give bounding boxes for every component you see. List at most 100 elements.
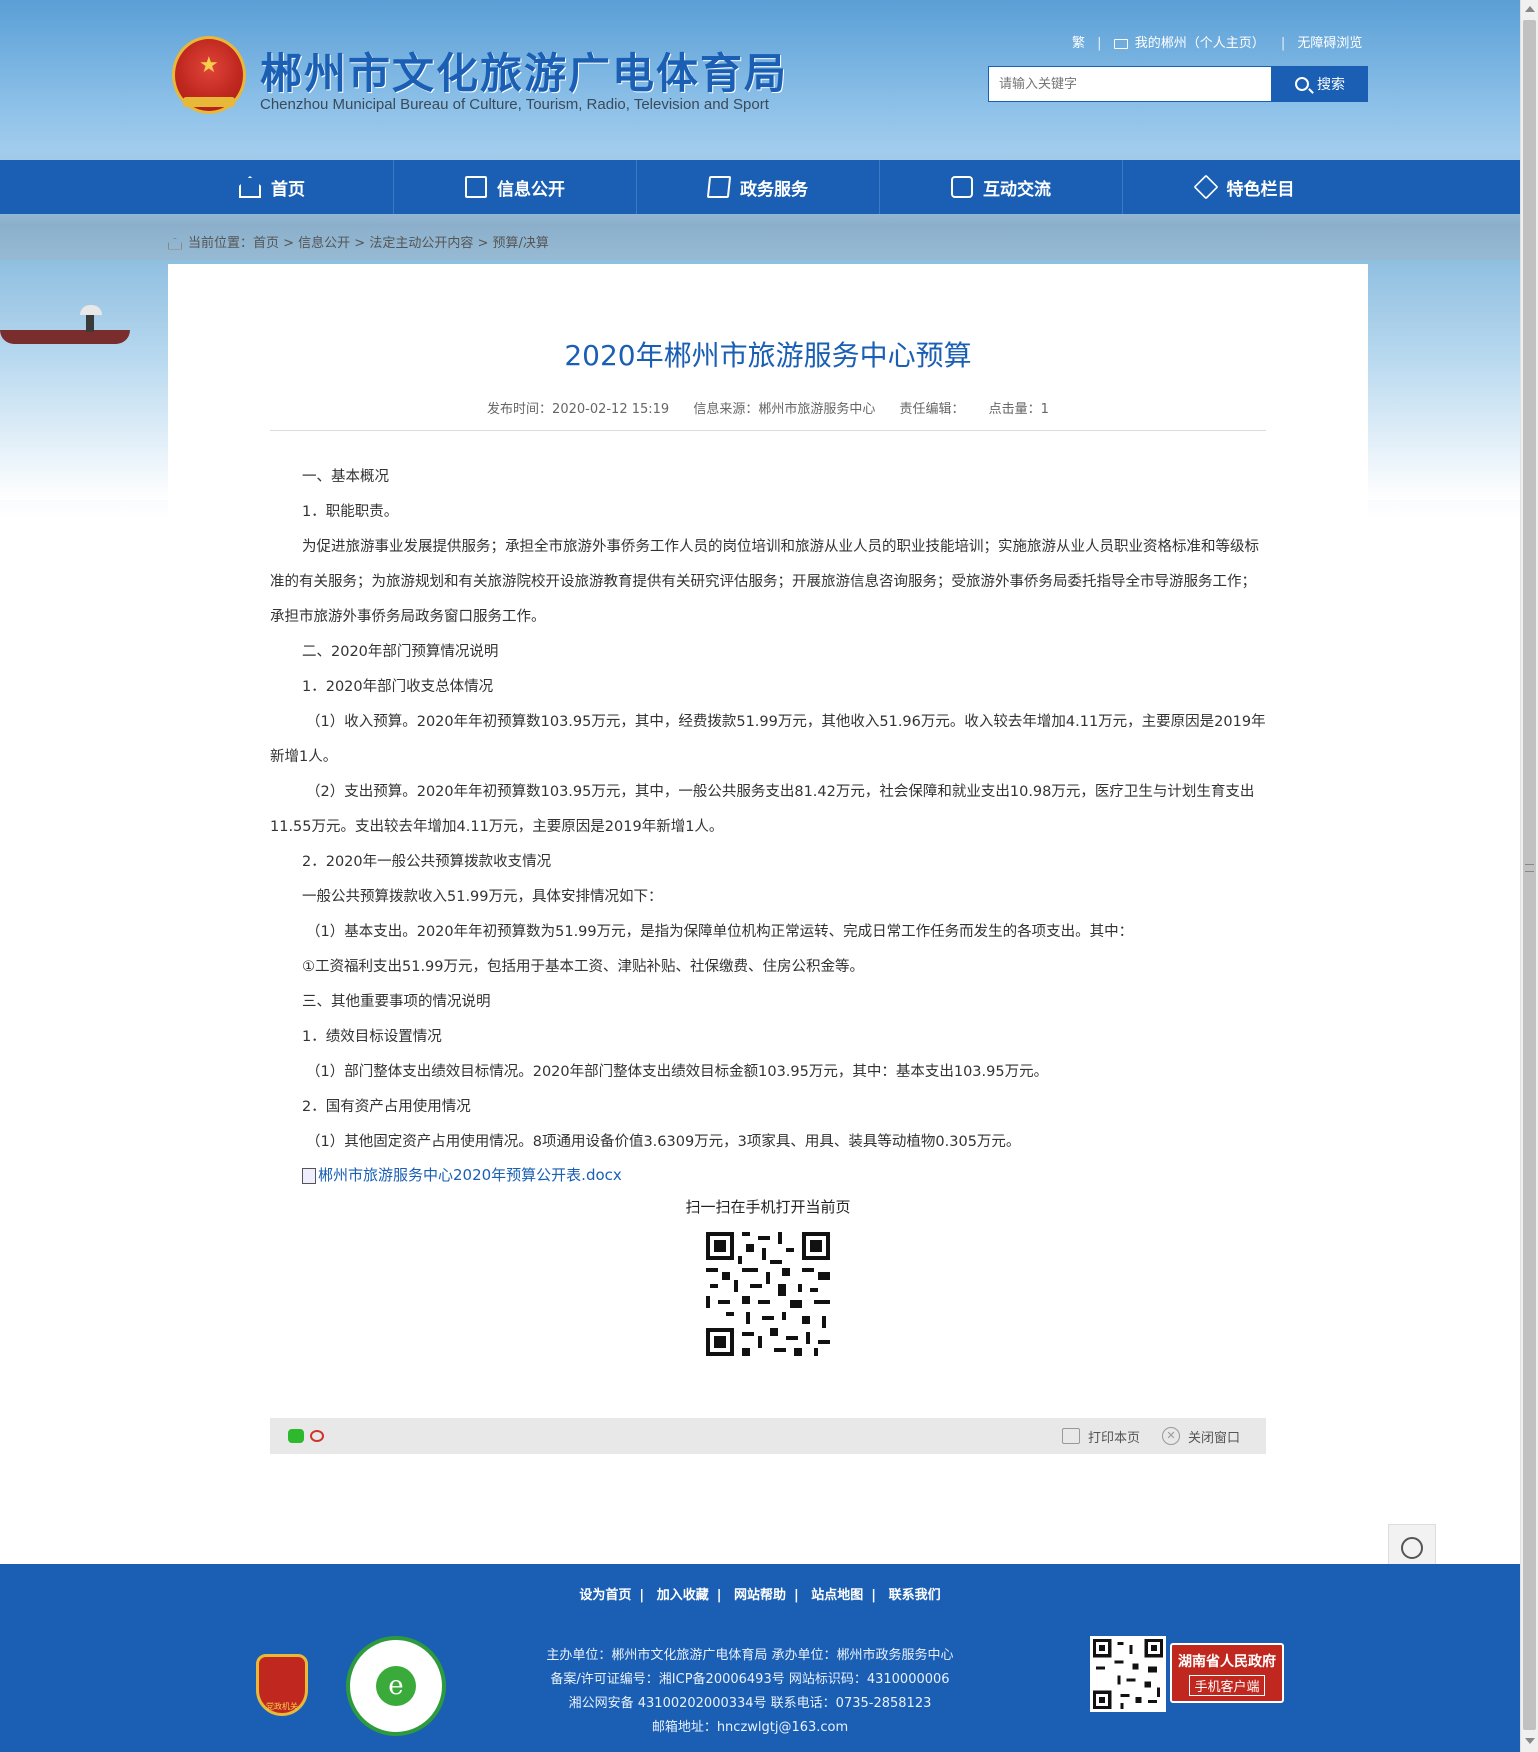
nav-item-interaction[interactable]: 互动交流: [880, 160, 1123, 214]
footer-icp[interactable]: 备案/许可证编号：湘ICP备20006493号 网站标识码：4310000006: [500, 1668, 1000, 1692]
paragraph: 为促进旅游事业发展提供服务；承担全市旅游外事侨务工作人员的岗位培训和旅游从业人员…: [270, 539, 1259, 625]
print-button[interactable]: 打印本页: [1062, 1418, 1140, 1454]
publish-time: 发布时间：2020-02-12 15:19: [487, 402, 670, 417]
paragraph: （2）支出预算。2020年年初预算数103.95万元，其中，一般公共服务支出81…: [270, 784, 1255, 835]
footer-sponsor: 主办单位：郴州市文化旅游广电体育局 承办单位：郴州市政务服务中心: [546, 1648, 954, 1663]
footer-link-sitemap[interactable]: 站点地图: [811, 1588, 863, 1603]
close-label: 关闭窗口: [1188, 1430, 1241, 1446]
search-icon: [1295, 77, 1309, 91]
scrollbar[interactable]: [1520, 0, 1538, 1752]
nav-item-gov-services[interactable]: 政务服务: [637, 160, 880, 214]
breadcrumb-path[interactable]: 首页 > 信息公开 > 法定主动公开内容 > 预算/决算: [253, 236, 549, 251]
nav-label: 政务服务: [740, 179, 808, 200]
search-input[interactable]: [989, 67, 1271, 101]
breadcrumb: 当前位置：首页 > 信息公开 > 法定主动公开内容 > 预算/决算: [168, 232, 549, 251]
paragraph: 1．职能职责。: [302, 504, 399, 520]
close-icon: ✕: [1162, 1427, 1180, 1445]
paragraph: 2．2020年一般公共预算拨款收支情况: [302, 854, 552, 870]
nav-label: 互动交流: [983, 179, 1051, 200]
national-emblem-logo[interactable]: ★: [172, 36, 246, 114]
printer-icon: [1062, 1428, 1080, 1444]
separator: |: [1280, 36, 1286, 51]
star-icon: ★: [199, 53, 219, 78]
nav-label: 首页: [271, 179, 305, 200]
weibo-share-icon[interactable]: [310, 1430, 324, 1442]
paragraph: 二、2020年部门预算情况说明: [302, 644, 499, 660]
docx-file-icon: [302, 1167, 316, 1184]
content-panel: 2020年郴州市旅游服务中心预算 发布时间：2020-02-12 15:19 信…: [168, 264, 1368, 1454]
main-nav: 首页 信息公开 政务服务 互动交流 特色栏目: [0, 160, 1520, 214]
edit-icon: [706, 176, 732, 198]
paragraph: （1）其他固定资产占用使用情况。8项通用设备价值3.6309万元，3项家具、用具…: [306, 1134, 1021, 1150]
nav-label: 特色栏目: [1226, 179, 1295, 200]
scroll-down-arrow-icon[interactable]: [1525, 1738, 1535, 1744]
site-title[interactable]: 郴州市文化旅游广电体育局: [260, 40, 788, 101]
article-meta: 发布时间：2020-02-12 15:19 信息来源：郴州市旅游服务中心 责任编…: [168, 398, 1368, 417]
site-header: ★ 郴州市文化旅游广电体育局 Chenzhou Municipal Bureau…: [0, 0, 1520, 160]
accessibility-link[interactable]: 无障碍浏览: [1297, 36, 1362, 51]
footer-info: 主办单位：郴州市文化旅游广电体育局 承办单位：郴州市政务服务中心 备案/许可证编…: [500, 1644, 1000, 1740]
qr-code-image: [702, 1228, 834, 1360]
footer-link-bookmark[interactable]: 加入收藏: [657, 1588, 709, 1603]
search-box: [988, 66, 1272, 102]
close-window-button[interactable]: ✕ 关闭窗口: [1162, 1418, 1240, 1454]
boat-decoration: [0, 330, 130, 344]
footer-police-record[interactable]: 湘公网安备 43100202000334号 联系电话：0735-2858123: [500, 1692, 1000, 1716]
nav-item-home[interactable]: 首页: [151, 160, 394, 214]
paragraph: （1）收入预算。2020年年初预算数103.95万元，其中，经费拨款51.99万…: [270, 714, 1266, 765]
party-government-badge[interactable]: 党政机关: [256, 1654, 308, 1716]
article-body: 一、基本概况 1．职能职责。 为促进旅游事业发展提供服务；承担全市旅游外事侨务工…: [270, 460, 1266, 1160]
scrollbar-thumb[interactable]: [1523, 20, 1536, 1730]
article-title: 2020年郴州市旅游服务中心预算: [564, 339, 972, 372]
footer-email: 邮箱地址：hnczwlgtj@163.com: [651, 1720, 849, 1735]
paragraph: 一、基本概况: [302, 469, 389, 485]
paragraph: ①工资福利支出51.99万元，包括用于基本工资、津贴补贴、社保缴费、住房公积金等…: [302, 959, 865, 975]
breadcrumb-label: 当前位置：: [188, 236, 254, 251]
layers-icon: [1193, 174, 1218, 200]
home-icon: [168, 237, 182, 250]
nav-item-info-disclosure[interactable]: 信息公开: [394, 160, 637, 214]
footer-link-help[interactable]: 网站帮助: [734, 1588, 786, 1603]
chat-icon: [951, 176, 973, 198]
footer-link-contact[interactable]: 联系我们: [889, 1588, 941, 1603]
civil-badge-emblem: e: [376, 1666, 416, 1706]
attachment-label: 郴州市旅游服务中心2020年预算公开表.docx: [318, 1166, 622, 1184]
site-footer: 设为首页 | 加入收藏 | 网站帮助 | 站点地图 | 联系我们 党政机关 e 主办单位…: [0, 1564, 1520, 1752]
info-source: 信息来源：郴州市旅游服务中心: [693, 402, 876, 417]
scrollbar-grip: [1525, 864, 1534, 872]
paragraph: 1．2020年部门收支总体情况: [302, 679, 494, 695]
home-icon: [239, 176, 261, 198]
personal-homepage-label: 我的郴州（个人主页）: [1134, 36, 1265, 51]
top-links: 繁 | 我的郴州（个人主页） | 无障碍浏览: [1068, 32, 1366, 51]
traditional-chinese-link[interactable]: 繁: [1072, 36, 1085, 51]
personal-homepage-link[interactable]: 我的郴州（个人主页）: [1113, 36, 1269, 51]
weibo-icon: [1401, 1537, 1423, 1559]
wechat-share-icon[interactable]: [288, 1429, 304, 1443]
separator: |: [1097, 36, 1102, 51]
scroll-up-arrow-icon[interactable]: [1525, 6, 1535, 12]
footer-link-set-homepage[interactable]: 设为首页: [579, 1588, 631, 1603]
document-icon: [465, 176, 487, 198]
nav-item-featured[interactable]: 特色栏目: [1123, 160, 1366, 214]
footer-qr-code: [1090, 1636, 1166, 1712]
monitor-icon: [1113, 38, 1128, 49]
site-subtitle: Chenzhou Municipal Bureau of Culture, To…: [260, 96, 769, 113]
boatman-decoration: [86, 312, 94, 332]
paragraph: （1）部门整体支出绩效目标情况。2020年部门整体支出绩效目标金额103.95万…: [306, 1064, 1049, 1080]
civilized-unit-badge[interactable]: e: [346, 1636, 446, 1736]
attachment-link[interactable]: 郴州市旅游服务中心2020年预算公开表.docx: [302, 1164, 622, 1185]
print-label: 打印本页: [1088, 1430, 1141, 1446]
paragraph: 一般公共预算拨款收入51.99万元，具体安排情况如下：: [302, 889, 663, 905]
paragraph: 三、其他重要事项的情况说明: [302, 994, 491, 1010]
search-button[interactable]: 搜索: [1272, 66, 1368, 102]
divider: [270, 430, 1266, 431]
share-toolbar: 打印本页 ✕ 关闭窗口: [270, 1418, 1266, 1454]
paragraph: 1．绩效目标设置情况: [302, 1029, 442, 1045]
gov-app-subtitle: 手机客户端: [1189, 1675, 1265, 1696]
gov-app-title: 湖南省人民政府: [1178, 1654, 1276, 1670]
hunan-gov-app-badge[interactable]: 湖南省人民政府 手机客户端: [1170, 1643, 1284, 1703]
paragraph: （1）基本支出。2020年年初预算数为51.99万元，是指为保障单位机构正常运转…: [306, 924, 1134, 940]
footer-links: 设为首页 | 加入收藏 | 网站帮助 | 站点地图 | 联系我们: [579, 1588, 941, 1603]
search-button-label: 搜索: [1317, 77, 1345, 93]
view-count: 点击量：1: [988, 402, 1049, 417]
